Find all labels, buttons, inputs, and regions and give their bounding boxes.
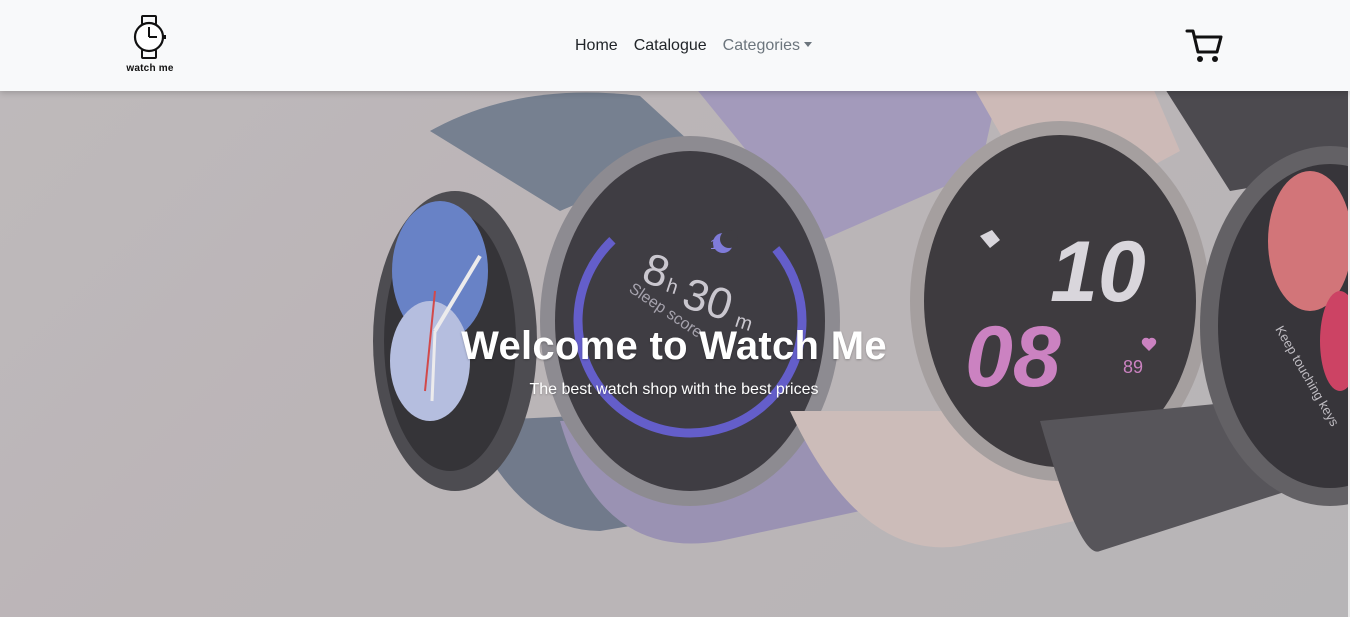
nav-item-categories-dropdown[interactable]: Categories	[715, 36, 820, 56]
watch-icon	[133, 15, 166, 59]
cart-icon	[1185, 29, 1223, 62]
brand-name: watch me	[126, 63, 174, 74]
hero-banner: 12 8 h 30 m Sleep score 10 08 89 Keep to…	[0, 91, 1350, 617]
nav-item-home[interactable]: Home	[567, 36, 626, 56]
nav-item-catalogue[interactable]: Catalogue	[626, 36, 715, 56]
cart-button[interactable]	[1185, 27, 1225, 65]
navbar: watch me Home Catalogue Categories	[0, 0, 1350, 91]
hero-subtitle: The best watch shop with the best prices	[529, 381, 819, 398]
hero-title: Welcome to Watch Me	[461, 324, 887, 368]
brand-logo[interactable]: watch me	[120, 14, 180, 78]
chevron-down-icon	[804, 42, 813, 47]
nav-item-categories-label: Categories	[722, 37, 801, 54]
nav-links: Home Catalogue Categories	[567, 36, 820, 56]
